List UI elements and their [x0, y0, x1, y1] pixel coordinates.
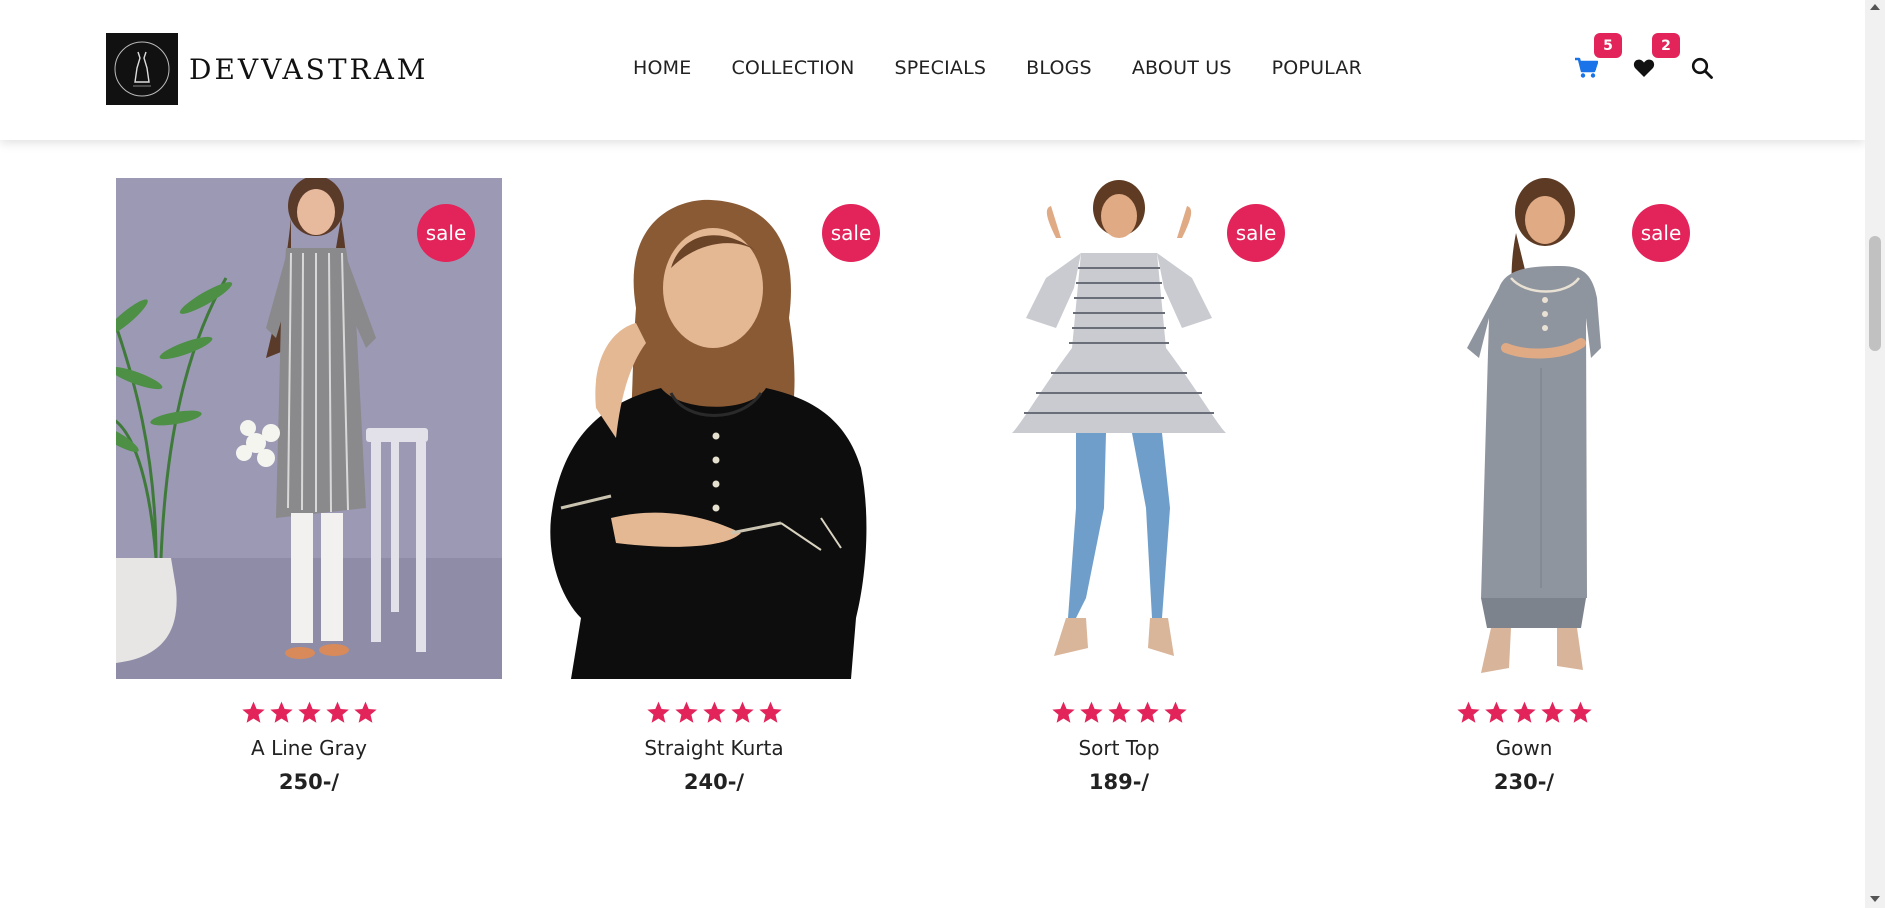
dress-logo-icon [106, 33, 178, 105]
star-icon [1484, 701, 1508, 723]
product-card[interactable]: sale A Line Gray 250-/ [116, 178, 502, 818]
star-icon [269, 701, 293, 723]
nav-home[interactable]: HOME [633, 57, 691, 79]
product-name[interactable]: A Line Gray [116, 736, 502, 760]
star-icon [758, 701, 782, 723]
product-card[interactable]: sale Gown 230-/ [1331, 178, 1717, 818]
star-icon [674, 701, 698, 723]
product-price: 230-/ [1493, 770, 1555, 794]
product-name[interactable]: Gown [1331, 736, 1717, 760]
scroll-thumb[interactable] [1869, 236, 1881, 351]
star-icon [1456, 701, 1480, 723]
scroll-down-arrow-icon[interactable] [1870, 896, 1880, 902]
product-price: 250-/ [278, 770, 340, 794]
product-card[interactable]: sale Sort Top 189-/ [926, 178, 1312, 818]
sale-badge: sale [1227, 204, 1285, 262]
cart-icon [1575, 57, 1598, 78]
rating-stars [116, 700, 502, 725]
product-price: 240-/ [683, 770, 745, 794]
sale-badge: sale [417, 204, 475, 262]
star-icon [1512, 701, 1536, 723]
star-icon [1540, 701, 1564, 723]
product-price: 189-/ [1088, 770, 1150, 794]
search-button[interactable] [1686, 52, 1718, 84]
page: DEVVASTRAM HOME COLLECTION SPECIALS BLOG… [0, 0, 1865, 908]
star-icon [1079, 701, 1103, 723]
star-icon [1135, 701, 1159, 723]
cart-count-badge: 5 [1594, 33, 1622, 58]
site-header: DEVVASTRAM HOME COLLECTION SPECIALS BLOG… [0, 0, 1865, 140]
brand-logo-link[interactable]: DEVVASTRAM [106, 33, 428, 105]
heart-icon [1633, 59, 1655, 77]
star-icon [646, 701, 670, 723]
wishlist-button[interactable]: 2 [1628, 33, 1680, 84]
search-icon [1691, 57, 1713, 79]
vertical-scrollbar[interactable] [1865, 0, 1885, 908]
star-icon [702, 701, 726, 723]
star-icon [325, 701, 349, 723]
cart-button[interactable]: 5 [1570, 33, 1622, 84]
nav-blogs[interactable]: BLOGS [1026, 57, 1092, 79]
star-icon [297, 701, 321, 723]
star-icon [353, 701, 377, 723]
nav-specials[interactable]: SPECIALS [895, 57, 987, 79]
rating-stars [1331, 700, 1717, 725]
product-name[interactable]: Sort Top [926, 736, 1312, 760]
star-icon [730, 701, 754, 723]
star-icon [1107, 701, 1131, 723]
sale-badge: sale [822, 204, 880, 262]
wishlist-count-badge: 2 [1652, 33, 1680, 58]
star-icon [1568, 701, 1592, 723]
product-card[interactable]: sale Straight Kurta 240-/ [521, 178, 907, 818]
product-name[interactable]: Straight Kurta [521, 736, 907, 760]
main-nav: HOME COLLECTION SPECIALS BLOGS ABOUT US … [633, 57, 1362, 79]
star-icon [241, 701, 265, 723]
star-icon [1163, 701, 1187, 723]
rating-stars [521, 700, 907, 725]
rating-stars [926, 700, 1312, 725]
nav-collection[interactable]: COLLECTION [731, 57, 854, 79]
nav-about-us[interactable]: ABOUT US [1132, 57, 1232, 79]
star-icon [1051, 701, 1075, 723]
sale-badge: sale [1632, 204, 1690, 262]
nav-popular[interactable]: POPULAR [1272, 57, 1362, 79]
scroll-up-arrow-icon[interactable] [1870, 4, 1880, 10]
brand-name: DEVVASTRAM [189, 52, 429, 86]
